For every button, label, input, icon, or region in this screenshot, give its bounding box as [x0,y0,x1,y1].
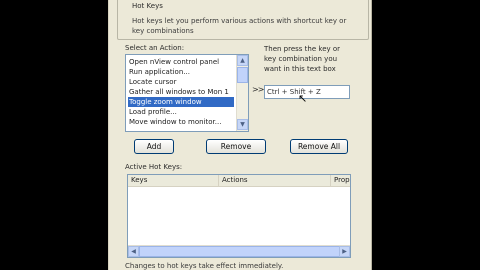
action-item[interactable]: Load profile... [128,107,178,117]
action-item[interactable]: Run application... [128,67,191,77]
active-hotkeys-label: Active Hot Keys: [125,163,183,171]
letterbox-left [0,0,108,270]
scroll-thumb[interactable] [237,67,248,83]
action-listbox[interactable]: Open nView control panel Run application… [125,54,249,132]
list-header: Keys Actions Prop [128,175,350,187]
action-item[interactable]: Locate cursor [128,77,177,87]
select-action-label: Select an Action: [125,44,185,52]
column-prop[interactable]: Prop [331,175,350,186]
letterbox-right [372,0,480,270]
remove-all-button[interactable]: Remove All [290,139,348,154]
mouse-cursor-icon: ↖ [298,92,308,105]
scroll-up-icon[interactable]: ▲ [237,55,248,66]
hotkeys-group-title: Hot Keys [130,2,165,10]
action-list-scrollbar[interactable]: ▲ ▼ [236,55,248,131]
scroll-down-icon[interactable]: ▼ [237,119,248,130]
hscroll-thumb[interactable] [139,246,342,257]
key-instruction: Then press the key or key combination yo… [264,45,341,73]
action-item-selected[interactable]: Toggle zoom window [128,97,234,107]
scroll-right-icon[interactable]: ▶ [339,246,350,257]
action-item[interactable]: Gather all windows to Mon 1 [128,87,230,97]
arrows-indicator: >> [252,85,264,94]
remove-button[interactable]: Remove [206,139,266,154]
column-keys[interactable]: Keys [128,175,219,186]
footer-note: Changes to hot keys take effect immediat… [125,262,284,270]
scroll-left-icon[interactable]: ◀ [128,246,139,257]
hotkeys-description: Hot keys let you perform various actions… [132,17,347,35]
action-item[interactable]: Open nView control panel [128,57,220,67]
column-actions[interactable]: Actions [219,175,331,186]
action-item[interactable]: Move window to monitor... [128,117,222,127]
active-hotkeys-list[interactable]: Keys Actions Prop ◀ ▶ [127,174,351,258]
add-button[interactable]: Add [134,139,174,154]
list-hscrollbar[interactable]: ◀ ▶ [128,245,350,257]
